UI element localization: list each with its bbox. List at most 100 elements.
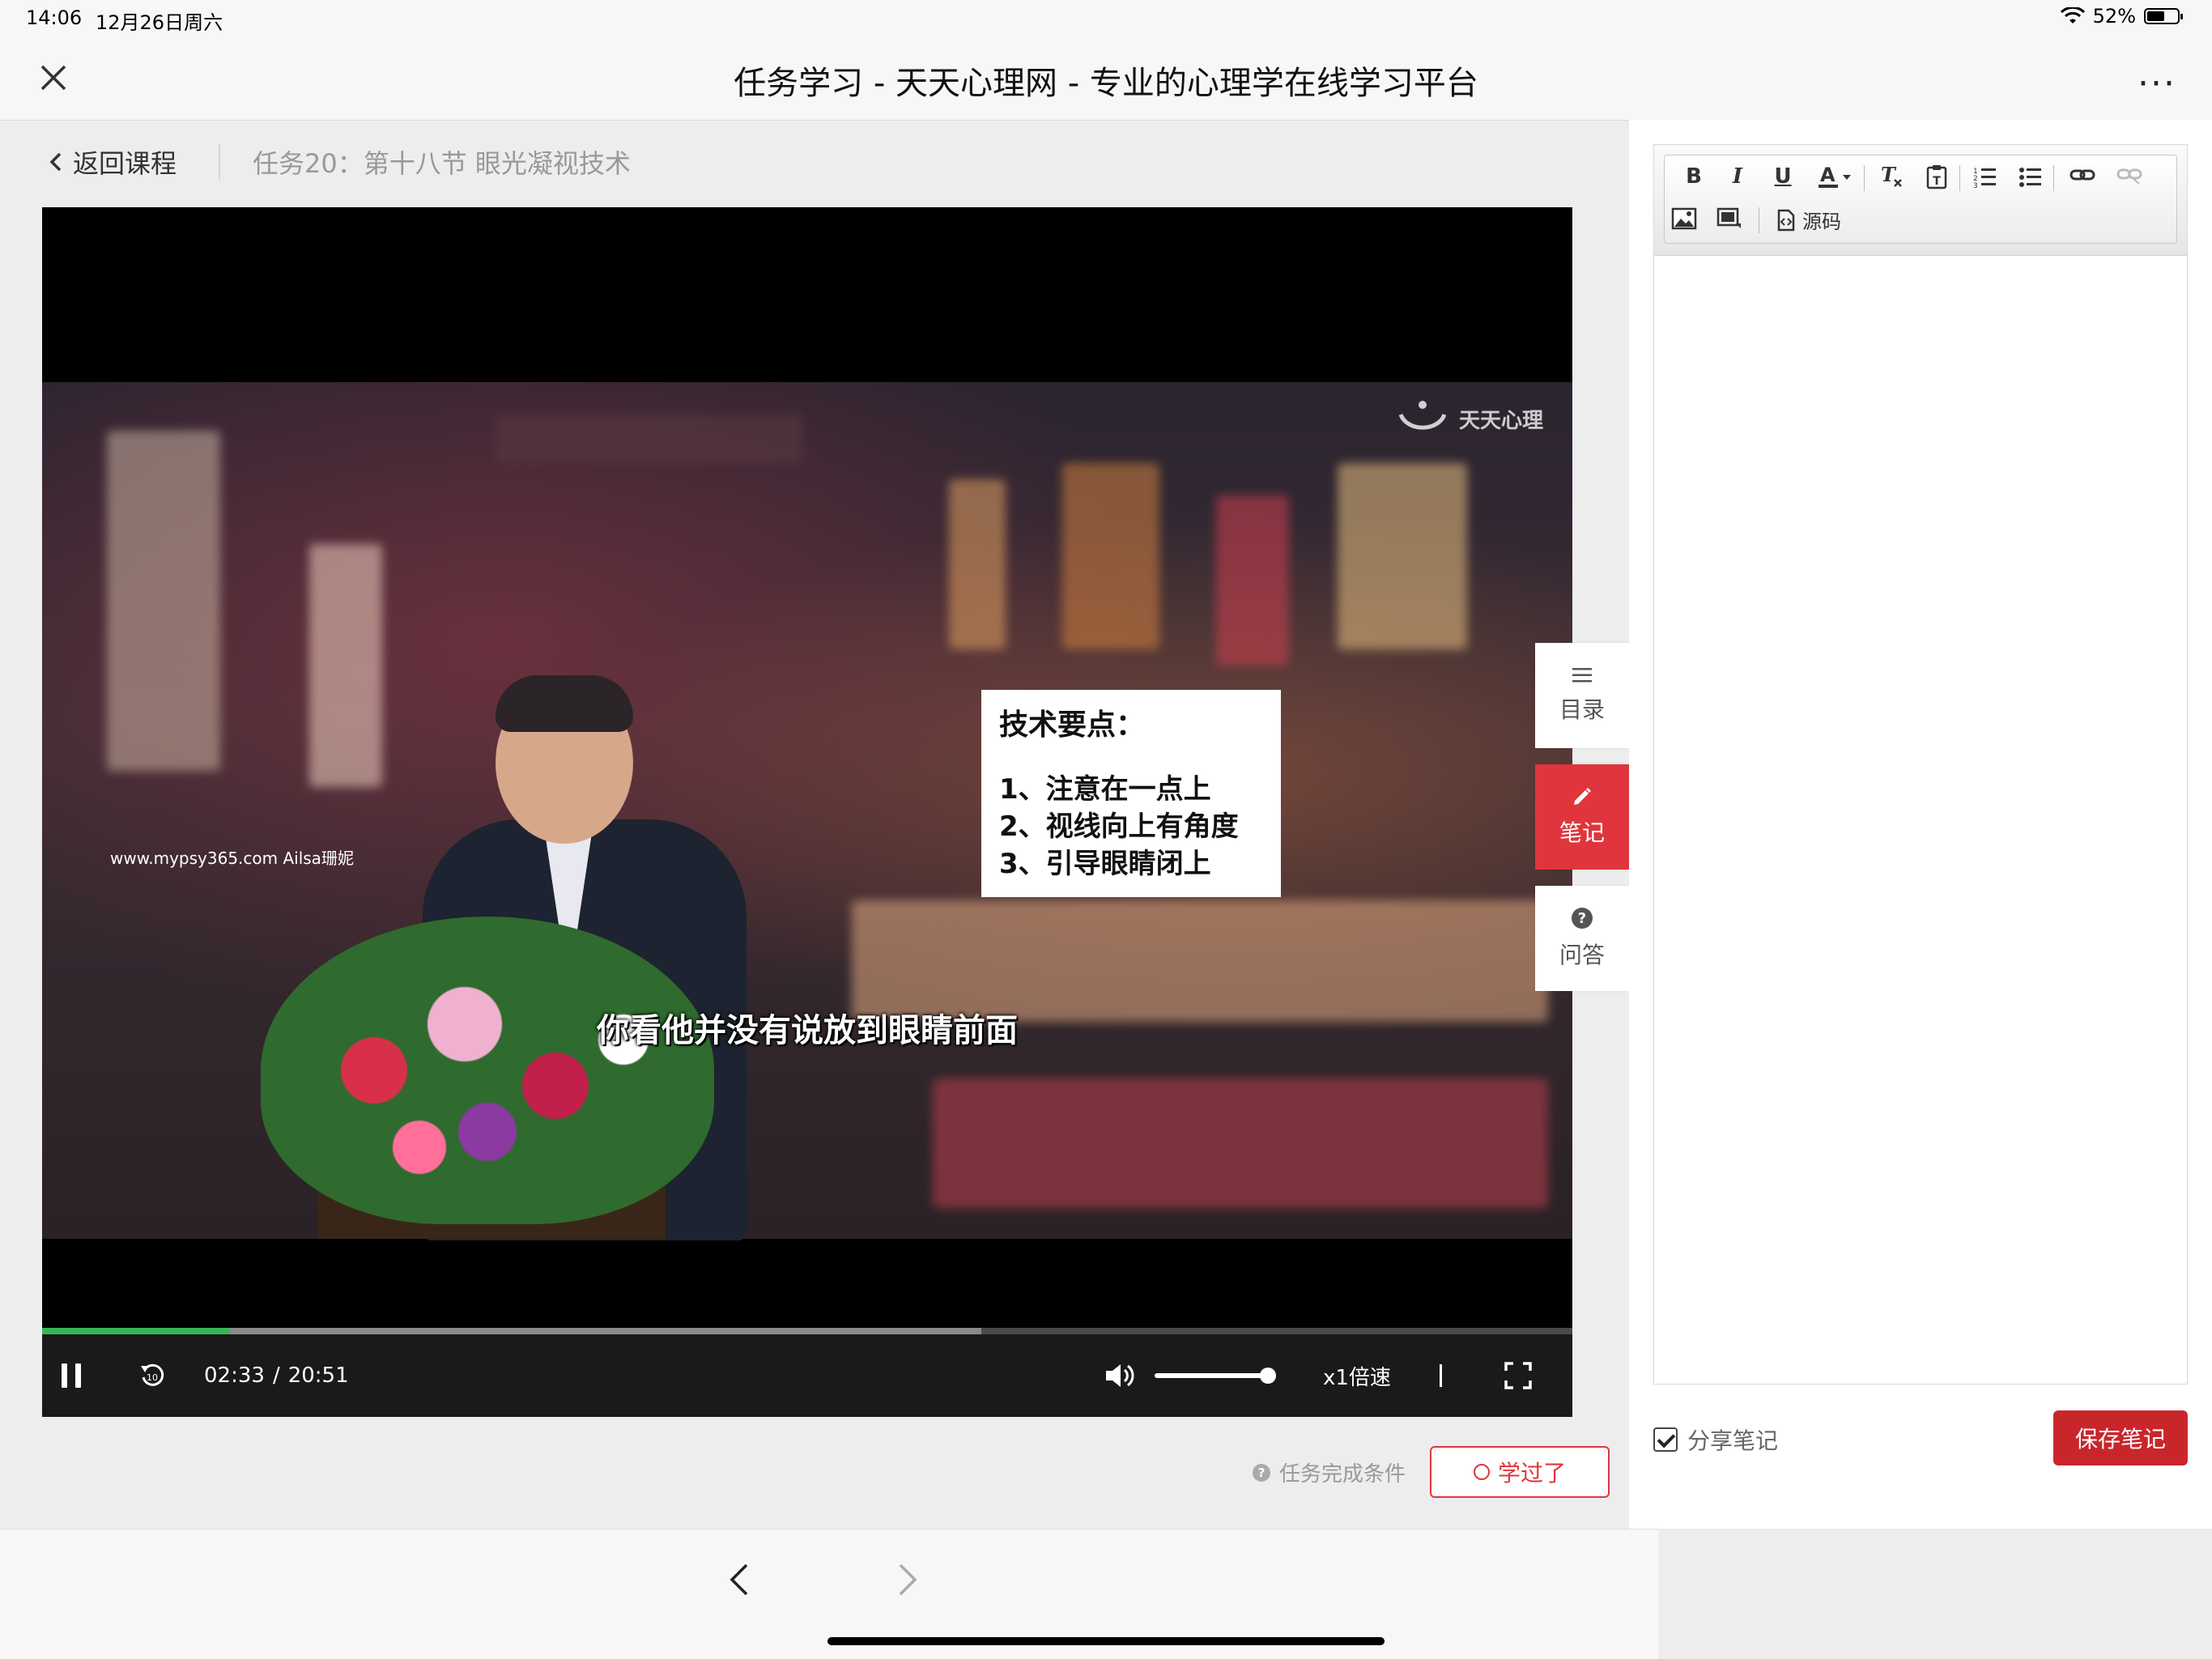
video-controls: 10 02:33 / 20:51 x1倍速 xyxy=(42,1334,1572,1417)
side-tabs: 目录 笔记 ? 问答 xyxy=(1535,643,1629,1007)
slide-heading: 技术要点： xyxy=(999,708,1146,742)
chevron-left-icon xyxy=(49,152,62,172)
smile-logo-icon xyxy=(1398,401,1447,430)
status-date: 12月26日周六 xyxy=(96,11,223,34)
clear-format-button[interactable]: T xyxy=(1875,160,1908,193)
status-time: 14:06 xyxy=(26,6,83,29)
source-code-button[interactable]: 源码 xyxy=(1776,206,1841,234)
share-note-checkbox[interactable]: 分享笔记 xyxy=(1653,1423,1778,1456)
flower-arrangement xyxy=(261,917,714,1224)
rewind-10s-button[interactable]: 10 xyxy=(138,1334,167,1417)
unlink-icon xyxy=(2116,168,2142,185)
share-note-label: 分享笔记 xyxy=(1687,1427,1779,1454)
question-circle-icon: ? xyxy=(1253,1463,1270,1482)
circle-icon xyxy=(1473,1464,1490,1480)
clipboard-icon: T xyxy=(1926,165,1947,189)
svg-text:?: ? xyxy=(1578,910,1586,927)
back-to-course-label: 返回课程 xyxy=(73,148,177,179)
mute-button[interactable] xyxy=(1103,1334,1135,1417)
page-title: 任务学习 - 天天心理网 - 专业的心理学在线学习平台 xyxy=(734,65,1478,102)
insert-link-button[interactable] xyxy=(2066,159,2099,191)
svg-text:10: 10 xyxy=(147,1372,158,1383)
editor-toolgroup: B I U A T T 1 2 3 源码 xyxy=(1664,155,2177,244)
ordered-list-icon: 1 2 3 xyxy=(1973,168,1996,188)
ordered-list-button[interactable]: 1 2 3 xyxy=(1969,160,2001,193)
checkbox-checked-icon xyxy=(1653,1427,1678,1452)
list-icon xyxy=(1572,668,1592,683)
note-content-area[interactable] xyxy=(1654,255,2187,1384)
italic-button[interactable]: I xyxy=(1721,160,1754,193)
rewind-icon: 10 xyxy=(141,1363,164,1386)
media-icon xyxy=(1716,207,1741,228)
volume-icon xyxy=(1106,1364,1134,1387)
time-separator: / xyxy=(272,1363,280,1388)
notes-panel: B I U A T T 1 2 3 源码 分享笔记 保存笔记 xyxy=(1629,120,2212,1529)
video-player[interactable]: 天天心理 www.mypsy365.com Ailsa珊妮 技术要点： 1、注意… xyxy=(42,207,1572,1417)
tab-qa-label: 问答 xyxy=(1559,942,1605,968)
mark-learned-label: 学过了 xyxy=(1497,1460,1566,1487)
tab-notes-label: 笔记 xyxy=(1559,819,1605,846)
video-frame[interactable]: 天天心理 www.mypsy365.com Ailsa珊妮 技术要点： 1、注意… xyxy=(42,382,1572,1240)
channel-logo: 天天心理 xyxy=(1394,398,1543,439)
paste-text-button[interactable]: T xyxy=(1921,160,1953,193)
controls-divider xyxy=(1440,1334,1442,1417)
bold-button[interactable]: B xyxy=(1678,160,1710,193)
chevron-right-icon[interactable] xyxy=(897,1562,918,1597)
channel-logo-text: 天天心理 xyxy=(1458,408,1543,433)
fullscreen-button[interactable] xyxy=(1504,1334,1532,1417)
bulleted-list-button[interactable] xyxy=(2014,160,2047,193)
underline-button[interactable]: U xyxy=(1767,160,1799,193)
tab-notes[interactable]: 笔记 xyxy=(1535,764,1629,870)
slide-point: 1、注意在一点上 xyxy=(999,773,1211,806)
fullscreen-icon xyxy=(1504,1362,1532,1389)
svg-text:T: T xyxy=(1933,175,1941,188)
video-subtitle: 你看他并没有说放到眼睛前面 xyxy=(597,1012,1018,1049)
playback-speed-button[interactable]: x1倍速 xyxy=(1323,1334,1391,1417)
remove-link-button[interactable] xyxy=(2113,159,2146,191)
pencil-icon xyxy=(1574,788,1591,805)
link-icon xyxy=(2069,169,2095,181)
insert-image-button[interactable] xyxy=(1668,202,1700,235)
volume-track xyxy=(1155,1368,1276,1384)
status-right: 52% xyxy=(2060,5,2183,28)
source-code-icon xyxy=(1777,209,1795,231)
pause-icon xyxy=(62,1363,81,1388)
status-bar: 14:06 12月26日周六 52% xyxy=(0,0,2212,39)
svg-text:A: A xyxy=(1820,164,1836,186)
tab-catalog-label: 目录 xyxy=(1559,696,1605,723)
volume-slider[interactable] xyxy=(1155,1334,1276,1417)
image-icon xyxy=(1671,207,1697,230)
tab-catalog[interactable]: 目录 xyxy=(1535,643,1629,748)
task-complete-condition[interactable]: ? 任务完成条件 xyxy=(1252,1457,1406,1487)
task-complete-condition-label: 任务完成条件 xyxy=(1279,1462,1406,1487)
bulleted-list-icon xyxy=(2019,168,2041,187)
battery-icon xyxy=(2144,8,2183,24)
nav-bar: 任务学习 - 天天心理网 - 专业的心理学在线学习平台 ··· xyxy=(0,39,2212,121)
pause-button[interactable] xyxy=(62,1334,81,1417)
breadcrumb: 返回课程 任务20：第十八节 眼光凝视技术 xyxy=(49,139,631,185)
question-icon: ? xyxy=(1572,908,1593,929)
home-indicator xyxy=(827,1637,1385,1645)
more-menu-button[interactable]: ··· xyxy=(2138,63,2176,104)
tab-qa[interactable]: ? 问答 xyxy=(1535,886,1629,991)
chevron-left-icon[interactable] xyxy=(729,1562,750,1597)
clear-format-icon: T xyxy=(1881,164,1902,187)
task-title: 任务20：第十八节 眼光凝视技术 xyxy=(253,148,631,179)
source-code-label: 源码 xyxy=(1802,211,1841,233)
mark-learned-button[interactable]: 学过了 xyxy=(1430,1446,1610,1498)
volume-knob[interactable] xyxy=(1260,1368,1276,1384)
key-points-slide: 技术要点： 1、注意在一点上 2、视线向上有角度 3、引导眼睛闭上 xyxy=(981,690,1281,897)
wifi-icon xyxy=(2060,7,2085,23)
insert-media-button[interactable] xyxy=(1713,202,1746,235)
font-color-icon: A xyxy=(1819,164,1851,188)
font-color-button[interactable]: A xyxy=(1814,160,1859,193)
time-display: 02:33 / 20:51 xyxy=(204,1334,349,1417)
slide-point: 3、引导眼睛闭上 xyxy=(999,848,1211,880)
save-note-button[interactable]: 保存笔记 xyxy=(2053,1410,2188,1465)
svg-text:?: ? xyxy=(1258,1465,1266,1480)
current-time: 02:33 xyxy=(204,1363,265,1388)
back-to-course-link[interactable]: 返回课程 xyxy=(49,143,177,181)
note-editor: B I U A T T 1 2 3 源码 xyxy=(1653,144,2188,1385)
video-progress-bar[interactable] xyxy=(42,1328,1572,1334)
svg-text:T: T xyxy=(1881,164,1897,186)
